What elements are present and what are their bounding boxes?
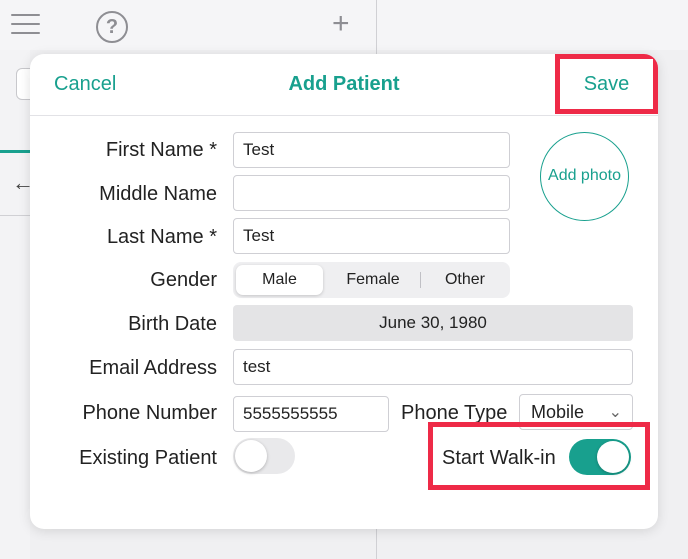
last-name-label: Last Name * xyxy=(106,226,217,248)
background-selected-indicator xyxy=(0,150,30,153)
first-name-field[interactable]: Test xyxy=(233,132,510,168)
birth-date-picker[interactable]: June 30, 1980 xyxy=(233,305,633,341)
birth-date-label: Birth Date xyxy=(128,313,217,335)
segment-separator xyxy=(420,272,421,288)
help-icon[interactable]: ? xyxy=(96,11,128,43)
gender-option-other[interactable]: Other xyxy=(423,265,507,295)
existing-patient-toggle[interactable] xyxy=(233,438,295,474)
email-field[interactable]: test xyxy=(233,349,633,385)
gender-segmented-control: Male Female Other xyxy=(233,262,510,298)
existing-patient-label: Existing Patient xyxy=(79,447,217,469)
start-walkin-toggle[interactable] xyxy=(569,439,631,475)
toggle-knob xyxy=(597,441,629,473)
gender-option-female[interactable]: Female xyxy=(327,265,419,295)
hamburger-menu-icon[interactable] xyxy=(11,14,40,41)
last-name-field[interactable]: Test xyxy=(233,218,510,254)
gender-option-male[interactable]: Male xyxy=(236,265,323,295)
toggle-knob xyxy=(235,440,267,472)
email-label: Email Address xyxy=(89,357,217,379)
background-list-panel xyxy=(0,50,30,559)
first-name-label: First Name * xyxy=(105,139,217,161)
gender-label: Gender xyxy=(150,269,217,291)
modal-header: Cancel Add Patient Save xyxy=(30,54,658,116)
phone-number-label: Phone Number xyxy=(82,402,217,424)
save-button[interactable]: Save xyxy=(555,54,658,114)
phone-type-value: Mobile xyxy=(531,402,585,422)
add-patient-modal: Cancel Add Patient Save First Name * Tes… xyxy=(30,54,658,529)
middle-name-label: Middle Name xyxy=(99,183,217,205)
background-separator xyxy=(0,215,30,216)
start-walkin-label: Start Walk-in xyxy=(442,447,556,469)
phone-number-field[interactable]: 5555555555 xyxy=(233,396,389,432)
plus-icon[interactable]: + xyxy=(332,9,350,39)
middle-name-field[interactable] xyxy=(233,175,510,211)
add-photo-button[interactable]: Add photo xyxy=(540,132,629,221)
